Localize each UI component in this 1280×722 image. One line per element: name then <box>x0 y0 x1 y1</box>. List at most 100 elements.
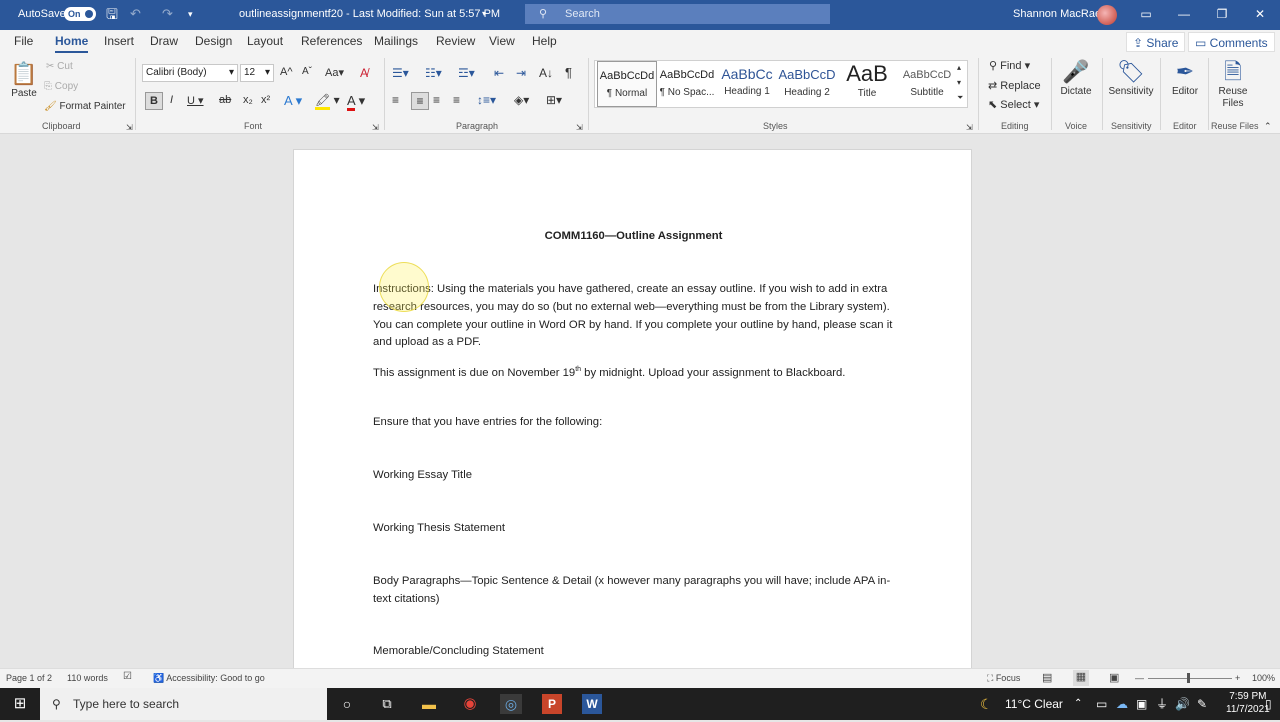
pen-icon[interactable]: ✎ <box>1197 688 1207 720</box>
tab-layout[interactable]: Layout <box>247 34 283 48</box>
replace-button[interactable]: ⇄ Replace <box>988 79 1041 92</box>
style-normal[interactable]: AaBbCcDd ¶ Normal <box>597 61 657 107</box>
page-count[interactable]: Page 1 of 2 <box>6 673 52 683</box>
more-styles-icon[interactable]: ⏷ <box>957 93 963 103</box>
cut-button[interactable]: ✂ Cut <box>46 61 73 72</box>
tab-draw[interactable]: Draw <box>150 34 178 48</box>
scroll-down-icon[interactable]: ▾ <box>957 78 961 87</box>
proofing-icon[interactable]: ☑ <box>123 671 132 682</box>
accessibility-status[interactable]: ♿ Accessibility: Good to go <box>153 673 265 684</box>
multilevel-list-icon[interactable]: ☲▾ <box>458 66 475 80</box>
zoom-in-icon[interactable]: + <box>1235 673 1240 683</box>
show-formatting-icon[interactable]: ¶ <box>565 65 572 80</box>
justify-icon[interactable]: ≡ <box>453 93 460 107</box>
editor-button[interactable]: ✒ Editor <box>1166 58 1204 97</box>
change-case-icon[interactable]: Aa▾ <box>325 66 344 79</box>
weather-status[interactable]: 11°C Clear <box>1005 688 1063 720</box>
underline-icon[interactable]: U ▾ <box>187 94 204 107</box>
dialog-launcher-icon[interactable]: ⇲ <box>576 123 583 132</box>
notifications-icon[interactable]: ▯ <box>1265 688 1272 720</box>
undo-icon[interactable]: ↶ <box>130 0 141 30</box>
zoom-level[interactable]: 100% <box>1252 673 1275 683</box>
close-icon[interactable]: ✕ <box>1241 0 1279 30</box>
search-input[interactable]: ⚲ Search <box>525 4 830 24</box>
tray-app-icon[interactable]: ▭ <box>1096 688 1107 720</box>
grow-font-icon[interactable]: A^ <box>280 66 293 78</box>
read-mode-icon[interactable]: ▤ <box>1042 671 1052 684</box>
bullets-icon[interactable]: ☰▾ <box>392 66 409 80</box>
network-icon[interactable]: ▣ <box>1136 688 1147 720</box>
font-name-select[interactable]: Calibri (Body) ▾ <box>142 64 238 82</box>
powerpoint-icon[interactable]: P <box>542 694 562 714</box>
borders-icon[interactable]: ⊞▾ <box>546 93 562 107</box>
document-page[interactable]: COMM1160—Outline Assignment Instructions… <box>293 149 972 668</box>
user-name[interactable]: Shannon MacRae <box>1013 0 1101 30</box>
sort-icon[interactable]: A↓ <box>539 66 553 80</box>
restore-icon[interactable]: ❐ <box>1203 0 1241 30</box>
chrome-icon[interactable]: ◉ <box>460 694 480 714</box>
format-painter-button[interactable]: 🖌 Format Painter <box>44 101 126 112</box>
scroll-up-icon[interactable]: ▴ <box>957 63 961 72</box>
dictate-button[interactable]: 🎤 Dictate <box>1058 58 1094 97</box>
file-explorer-icon[interactable]: ▬ <box>419 694 439 714</box>
tab-references[interactable]: References <box>301 34 362 48</box>
redo-icon[interactable]: ↷ <box>162 0 173 30</box>
text-effects-icon[interactable]: A ▾ <box>284 93 302 109</box>
tab-help[interactable]: Help <box>532 34 557 48</box>
dialog-launcher-icon[interactable]: ⇲ <box>372 123 379 132</box>
document-canvas[interactable]: COMM1160—Outline Assignment Instructions… <box>0 134 1280 668</box>
task-view-icon[interactable]: ⧉ <box>377 694 397 714</box>
increase-indent-icon[interactable]: ⇥ <box>516 66 526 80</box>
style-heading-1[interactable]: AaBbCc Heading 1 <box>717 61 777 107</box>
align-left-icon[interactable]: ≡ <box>392 93 399 107</box>
paste-button[interactable]: 📋 Paste <box>10 60 38 99</box>
avatar[interactable] <box>1097 5 1117 25</box>
clear-formatting-icon[interactable]: A̸ <box>360 66 368 80</box>
superscript-icon[interactable]: x² <box>261 94 270 106</box>
numbering-icon[interactable]: ☷▾ <box>425 66 442 80</box>
word-icon[interactable]: W <box>582 694 602 714</box>
shading-icon[interactable]: ◈▾ <box>514 93 529 107</box>
select-button[interactable]: ⬉ Select ▾ <box>988 98 1039 111</box>
style-no-spacing[interactable]: AaBbCcDd ¶ No Spac... <box>657 61 717 107</box>
save-icon[interactable]: 🖫 <box>106 0 118 30</box>
italic-icon[interactable]: I <box>170 94 173 106</box>
taskbar-search-input[interactable]: ⚲ Type here to search <box>40 688 327 720</box>
usb-icon[interactable]: ⏚ <box>1156 688 1168 720</box>
comments-button[interactable]: ▭ Comments <box>1188 32 1275 52</box>
align-center-icon[interactable]: ≡ <box>411 92 429 110</box>
tab-design[interactable]: Design <box>195 34 232 48</box>
share-button[interactable]: ⇪ Share <box>1126 32 1186 52</box>
chevron-down-icon[interactable]: ▾ <box>482 0 486 30</box>
collapse-ribbon-icon[interactable]: ⌃ <box>1264 121 1272 132</box>
tab-review[interactable]: Review <box>436 34 475 48</box>
tray-chevron-icon[interactable]: ⌃ <box>1074 688 1082 720</box>
clock[interactable]: 7:59 PM 11/7/2021 <box>1226 690 1270 722</box>
dialog-launcher-icon[interactable]: ⇲ <box>966 123 973 132</box>
document-title[interactable]: outlineassignmentf20 - Last Modified: Su… <box>239 0 500 30</box>
recorder-icon[interactable]: ◎ <box>500 694 522 714</box>
web-layout-icon[interactable]: ▣ <box>1109 671 1119 684</box>
line-spacing-icon[interactable]: ↕≡▾ <box>477 93 496 107</box>
sensitivity-button[interactable]: 🏷 Sensitivity <box>1106 58 1156 97</box>
tab-home[interactable]: Home <box>55 34 89 53</box>
highlight-icon[interactable]: 🖍 ▾ <box>315 93 340 110</box>
bold-icon[interactable]: B <box>145 92 163 110</box>
windows-start-icon[interactable]: ⊞ <box>10 694 30 714</box>
zoom-out-icon[interactable]: — <box>1135 673 1144 683</box>
style-heading-2[interactable]: AaBbCcD Heading 2 <box>777 61 837 107</box>
cortana-icon[interactable]: ○ <box>337 694 357 714</box>
align-right-icon[interactable]: ≡ <box>433 93 440 107</box>
font-color-icon[interactable]: A ▾ <box>347 93 365 111</box>
font-size-select[interactable]: 12 ▾ <box>240 64 274 82</box>
zoom-slider[interactable] <box>1148 678 1232 679</box>
focus-button[interactable]: ⛶ Focus <box>987 673 1020 684</box>
onedrive-icon[interactable]: ☁ <box>1116 688 1128 720</box>
tab-view[interactable]: View <box>489 34 515 48</box>
tab-insert[interactable]: Insert <box>104 34 134 48</box>
minimize-icon[interactable]: — <box>1165 0 1203 30</box>
autosave-toggle[interactable]: On <box>64 7 96 21</box>
customize-toolbar-icon[interactable]: ▾ <box>188 0 193 30</box>
ribbon-display-icon[interactable]: ▭ <box>1127 0 1165 30</box>
find-button[interactable]: ⚲ Find ▾ <box>989 59 1030 72</box>
